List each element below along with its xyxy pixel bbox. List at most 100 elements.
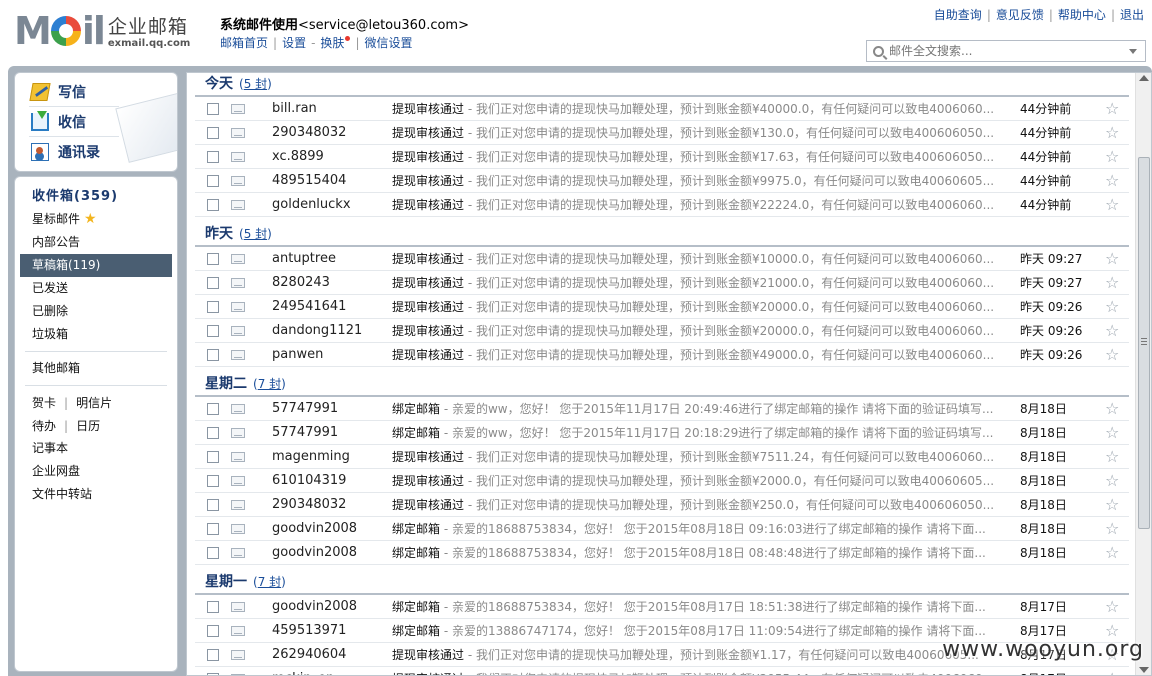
mail-sender[interactable]: 459513971: [272, 619, 382, 643]
mail-sender[interactable]: goodvin2008: [272, 595, 382, 619]
folder-drafts[interactable]: 草稿箱(119): [20, 254, 172, 277]
mail-sender[interactable]: magenming: [272, 445, 382, 469]
link-self-service[interactable]: 自助查询: [934, 8, 982, 22]
mail-sender[interactable]: 249541641: [272, 295, 382, 319]
link-greeting-card[interactable]: 贺卡: [32, 394, 56, 411]
link-calendar[interactable]: 日历: [76, 417, 100, 434]
mail-row[interactable]: xc.8899 提现审核通过 - 我们正对您申请的提现快马加鞭处理，预计到账金额¥…: [195, 145, 1129, 169]
folder-deleted[interactable]: 已删除: [15, 300, 177, 323]
group-count[interactable]: (7 封): [253, 377, 286, 391]
mail-row[interactable]: 8280243 提现审核通过 - 我们正对您申请的提现快马加鞭处理，预计到账金额¥…: [195, 271, 1129, 295]
write-button[interactable]: 写信: [29, 82, 86, 102]
mail-row[interactable]: 290348032 提现审核通过 - 我们正对您申请的提现快马加鞭处理，预计到账金…: [195, 493, 1129, 517]
folder-announcements[interactable]: 内部公告: [15, 231, 177, 254]
mail-subject[interactable]: 提现审核通过 - 我们正对您申请的提现快马加鞭处理，预计到账金额¥49000.0…: [392, 343, 1002, 367]
link-help[interactable]: 帮助中心: [1058, 8, 1106, 22]
star-outline-icon[interactable]: ☆: [1105, 469, 1119, 493]
star-outline-icon[interactable]: ☆: [1105, 421, 1119, 445]
mail-sender[interactable]: bill.ran: [272, 97, 382, 121]
link-todo[interactable]: 待办: [32, 417, 56, 434]
row-checkbox[interactable]: [207, 301, 219, 313]
nav-wechat[interactable]: 微信设置: [364, 36, 412, 50]
search-box[interactable]: [866, 40, 1146, 62]
star-outline-icon[interactable]: ☆: [1105, 295, 1119, 319]
folder-other-mailboxes[interactable]: 其他邮箱: [15, 357, 177, 380]
mail-subject[interactable]: 提现审核通过 - 我们正对您申请的提现快马加鞭处理，预计到账金额¥20000.0…: [392, 295, 1002, 319]
mail-sender[interactable]: antuptree: [272, 247, 382, 271]
row-checkbox[interactable]: [207, 127, 219, 139]
mail-subject[interactable]: 提现审核通过 - 我们正对您申请的提现快马加鞭处理，预计到账金额¥17.63，有…: [392, 145, 1002, 169]
group-count[interactable]: (7 封): [253, 575, 286, 589]
mail-sender[interactable]: 57747991: [272, 421, 382, 445]
row-checkbox[interactable]: [207, 325, 219, 337]
star-outline-icon[interactable]: ☆: [1105, 667, 1119, 675]
star-outline-icon[interactable]: ☆: [1105, 319, 1119, 343]
search-dropdown-icon[interactable]: [1129, 49, 1137, 54]
row-checkbox[interactable]: [207, 349, 219, 361]
link-file-transfer[interactable]: 文件中转站: [15, 483, 177, 506]
scroll-up-icon[interactable]: [1139, 75, 1149, 81]
star-outline-icon[interactable]: ☆: [1105, 247, 1119, 271]
mail-sender[interactable]: panwen: [272, 343, 382, 367]
row-checkbox[interactable]: [207, 277, 219, 289]
mail-subject[interactable]: 绑定邮箱 - 亲爱的ww，您好！ 您于2015年11月17日 20:18:29进…: [392, 421, 1002, 445]
row-checkbox[interactable]: [207, 475, 219, 487]
star-outline-icon[interactable]: ☆: [1105, 97, 1119, 121]
mail-sender[interactable]: 290348032: [272, 121, 382, 145]
nav-home[interactable]: 邮箱首页: [220, 36, 268, 50]
row-checkbox[interactable]: [207, 175, 219, 187]
group-count[interactable]: (5 封): [239, 227, 272, 241]
mail-row[interactable]: 57747991 绑定邮箱 - 亲爱的ww，您好！ 您于2015年11月17日 2…: [195, 397, 1129, 421]
nav-settings[interactable]: 设置: [282, 36, 306, 50]
scroll-down-icon[interactable]: [1139, 667, 1149, 673]
mail-sender[interactable]: 290348032: [272, 493, 382, 517]
mail-subject[interactable]: 提现审核通过 - 我们正对您申请的提现快马加鞭处理，预计到账金额¥250.0，有…: [392, 493, 1002, 517]
mail-row[interactable]: 610104319 提现审核通过 - 我们正对您申请的提现快马加鞭处理，预计到账金…: [195, 469, 1129, 493]
star-outline-icon[interactable]: ☆: [1105, 493, 1119, 517]
mail-sender[interactable]: xc.8899: [272, 145, 382, 169]
star-outline-icon[interactable]: ☆: [1105, 169, 1119, 193]
mail-row[interactable]: 57747991 绑定邮箱 - 亲爱的ww，您好！ 您于2015年11月17日 2…: [195, 421, 1129, 445]
mail-sender[interactable]: 57747991: [272, 397, 382, 421]
star-outline-icon[interactable]: ☆: [1105, 541, 1119, 565]
star-outline-icon[interactable]: ☆: [1105, 121, 1119, 145]
mail-row[interactable]: 249541641 提现审核通过 - 我们正对您申请的提现快马加鞭处理，预计到账金…: [195, 295, 1129, 319]
row-checkbox[interactable]: [207, 103, 219, 115]
star-outline-icon[interactable]: ☆: [1105, 595, 1119, 619]
scrollbar[interactable]: [1135, 73, 1151, 675]
star-outline-icon[interactable]: ☆: [1105, 193, 1119, 217]
folder-inbox[interactable]: 收件箱(359): [15, 185, 177, 208]
mail-row[interactable]: antuptree 提现审核通过 - 我们正对您申请的提现快马加鞭处理，预计到账金…: [195, 247, 1129, 271]
mail-sender[interactable]: 8280243: [272, 271, 382, 295]
contacts-button[interactable]: 通讯录: [31, 142, 100, 162]
star-outline-icon[interactable]: ☆: [1105, 271, 1119, 295]
mail-row[interactable]: goodvin2008 绑定邮箱 - 亲爱的18688753834，您好！ 您于2…: [195, 517, 1129, 541]
mail-subject[interactable]: 提现审核通过 - 我们正对您申请的提现快马加鞭处理，预计到账金额¥9975.0，…: [392, 169, 1002, 193]
row-checkbox[interactable]: [207, 403, 219, 415]
mail-sender[interactable]: goodvin2008: [272, 541, 382, 565]
row-checkbox[interactable]: [207, 601, 219, 613]
folder-starred[interactable]: 星标邮件 ★: [15, 208, 177, 231]
row-checkbox[interactable]: [207, 523, 219, 535]
mail-subject[interactable]: 提现审核通过 - 我们正对您申请的提现快马加鞭处理，预计到账金额¥40000.0…: [392, 97, 1002, 121]
star-outline-icon[interactable]: ☆: [1105, 145, 1119, 169]
mail-subject[interactable]: 绑定邮箱 - 亲爱的18688753834，您好！ 您于2015年08月18日 …: [392, 517, 1002, 541]
mail-row[interactable]: dandong1121 提现审核通过 - 我们正对您申请的提现快马加鞭处理，预计到…: [195, 319, 1129, 343]
mail-sender[interactable]: goldenluckx: [272, 193, 382, 217]
link-logout[interactable]: 退出: [1120, 8, 1144, 22]
mail-row[interactable]: rockin_en 提现审核通过 - 我们正对您申请的提现快马加鞭处理，预计到账金…: [195, 667, 1129, 675]
mail-subject[interactable]: 绑定邮箱 - 亲爱的18688753834，您好！ 您于2015年08月18日 …: [392, 541, 1002, 565]
mail-sender[interactable]: 610104319: [272, 469, 382, 493]
group-count[interactable]: (5 封): [239, 77, 272, 91]
mail-row[interactable]: panwen 提现审核通过 - 我们正对您申请的提现快马加鞭处理，预计到账金额¥4…: [195, 343, 1129, 367]
folder-sent[interactable]: 已发送: [15, 277, 177, 300]
row-checkbox[interactable]: [207, 649, 219, 661]
link-postcard[interactable]: 明信片: [76, 394, 112, 411]
row-checkbox[interactable]: [207, 499, 219, 511]
mail-row[interactable]: magenming 提现审核通过 - 我们正对您申请的提现快马加鞭处理，预计到账金…: [195, 445, 1129, 469]
mail-sender[interactable]: 489515404: [272, 169, 382, 193]
star-outline-icon[interactable]: ☆: [1105, 397, 1119, 421]
row-checkbox[interactable]: [207, 427, 219, 439]
mail-subject[interactable]: 提现审核通过 - 我们正对您申请的提现快马加鞭处理，预计到账金额¥21000.0…: [392, 271, 1002, 295]
link-netdisk[interactable]: 企业网盘: [15, 460, 177, 483]
